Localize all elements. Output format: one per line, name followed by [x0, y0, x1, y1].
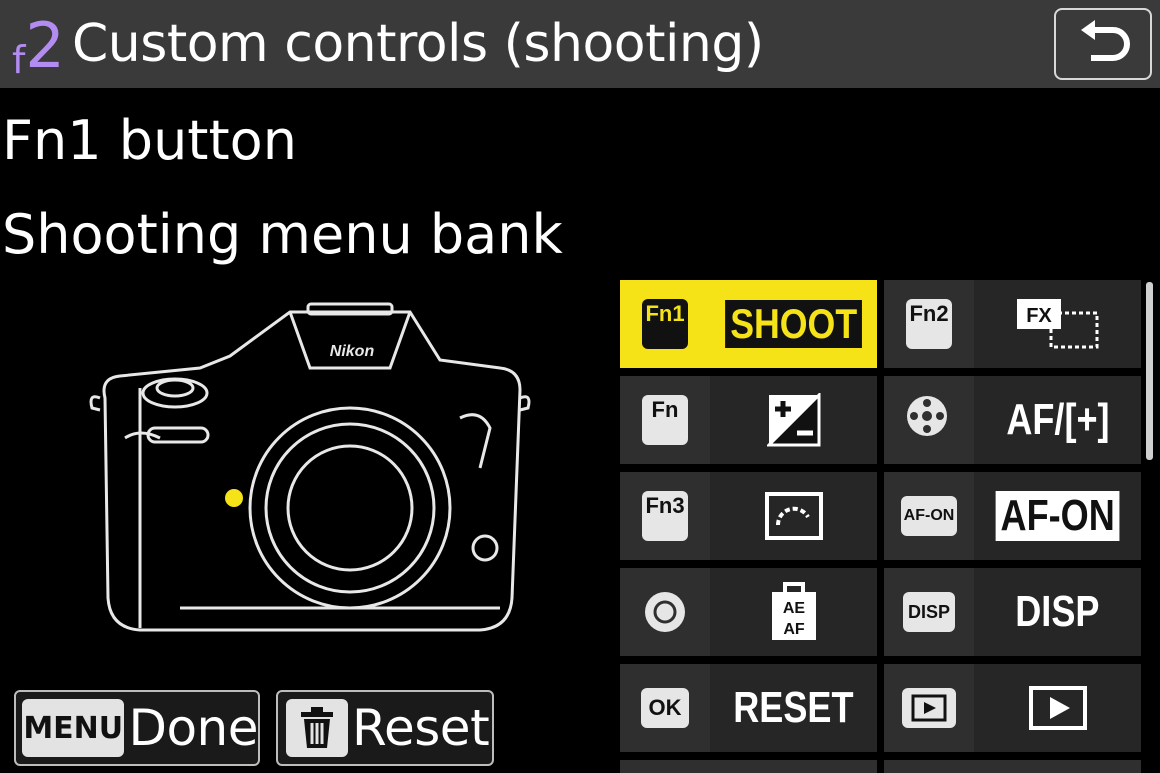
section-tag: f2	[12, 10, 65, 90]
control-value: AF-ON	[995, 491, 1120, 541]
control-fn3[interactable]: Fn3	[620, 472, 877, 560]
camera-brand: Nikon	[330, 343, 375, 360]
control-next-row-left[interactable]	[620, 760, 877, 773]
trash-icon	[286, 699, 348, 757]
page-title: Custom controls (shooting)	[72, 14, 764, 74]
control-value: DISP	[1015, 587, 1100, 636]
control-value: SHOOT	[724, 300, 863, 348]
picture-control-icon	[710, 472, 877, 560]
reset-button[interactable]: Reset	[276, 690, 494, 766]
control-sub-selector[interactable]: AF/[+]	[884, 376, 1141, 464]
control-joystick[interactable]: AE AF	[620, 568, 877, 656]
control-playback[interactable]	[884, 664, 1141, 752]
title-bar: f2 Custom controls (shooting)	[0, 0, 1160, 88]
fn1-highlight	[225, 489, 243, 507]
control-fn1[interactable]: Fn1 SHOOT	[620, 280, 877, 368]
return-arrow-icon	[1081, 20, 1130, 61]
control-ok[interactable]: OK RESET	[620, 664, 877, 752]
control-vertical-fn[interactable]: Fn	[620, 376, 877, 464]
assignment-label: Shooting menu bank	[2, 203, 563, 266]
fn3-button-icon: Fn3	[620, 472, 710, 560]
svg-text:AF: AF	[783, 621, 805, 638]
control-name: Fn1 button	[2, 109, 297, 172]
menu-key: MENU	[22, 699, 125, 757]
scrollbar[interactable]	[1146, 282, 1153, 460]
ok-button-icon: OK	[620, 664, 710, 752]
playback-icon	[974, 664, 1141, 752]
control-next-row-right[interactable]	[884, 760, 1141, 773]
af-on-button-icon: AF-ON	[884, 472, 974, 560]
fn2-button-icon: Fn2	[884, 280, 974, 368]
fx-crop-icon: FX	[974, 280, 1141, 368]
control-fn2[interactable]: Fn2 FX	[884, 280, 1141, 368]
back-button[interactable]	[1054, 8, 1152, 80]
svg-text:AE: AE	[782, 600, 805, 617]
camera-illustration: Nikon	[89, 302, 531, 632]
done-label: Done	[128, 699, 258, 757]
control-value: RESET	[733, 683, 854, 732]
disp-button-icon: DISP	[884, 568, 974, 656]
section-letter: f	[12, 38, 26, 82]
reset-label: Reset	[352, 699, 490, 757]
svg-text:FX: FX	[1026, 305, 1052, 327]
fn1-button-icon: Fn1	[620, 280, 710, 368]
vertical-fn-button-icon: Fn	[620, 376, 710, 464]
ae-af-lock-icon: AE AF	[710, 568, 877, 656]
joystick-icon	[620, 568, 710, 656]
sub-selector-icon	[884, 376, 974, 464]
playback-button-icon	[884, 664, 974, 752]
exposure-compensation-icon	[710, 376, 877, 464]
control-value: AF/[+]	[1005, 395, 1110, 444]
control-disp[interactable]: DISP DISP	[884, 568, 1141, 656]
section-number: 2	[25, 9, 65, 82]
control-af-on[interactable]: AF-ON AF-ON	[884, 472, 1141, 560]
done-button[interactable]: MENU Done	[14, 690, 260, 766]
